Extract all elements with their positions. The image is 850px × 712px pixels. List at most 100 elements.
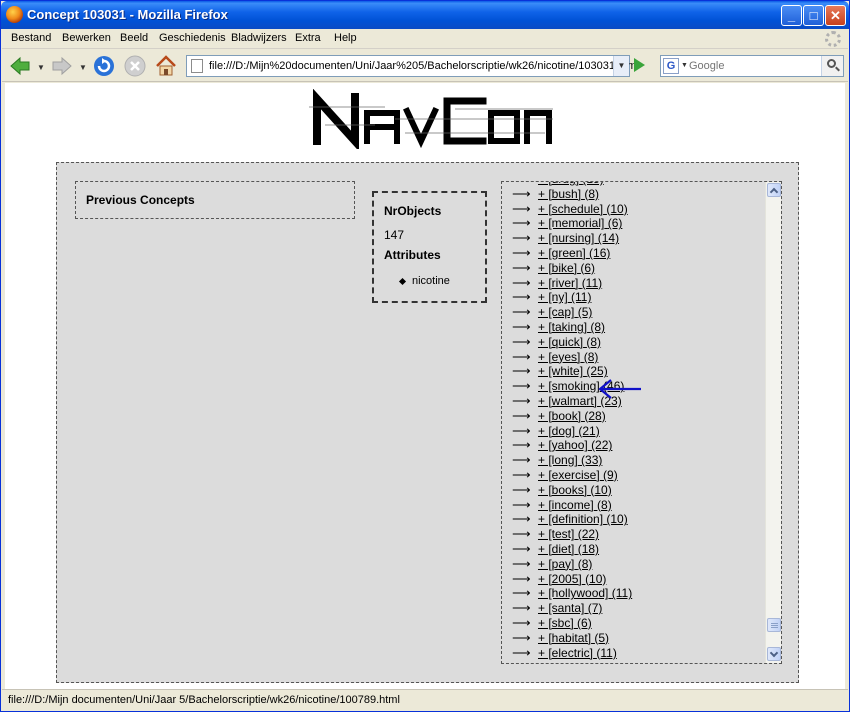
menu-bladwijzers[interactable]: Bladwijzers [231,32,287,44]
concept-count: (10) [590,482,612,497]
concept-link[interactable]: + [bike] (6) [538,261,595,275]
maximize-button[interactable]: □ [803,5,824,26]
concept-link[interactable]: + [yahoo] (22) [538,438,612,452]
home-icon[interactable] [154,54,178,78]
concept-label: + [2005] [538,571,582,586]
menu-bewerken[interactable]: Bewerken [62,32,111,44]
stop-icon[interactable] [123,54,147,78]
right-arrow-icon: ⟶ [512,614,531,630]
concept-link[interactable]: + [river] (11) [538,276,602,290]
close-button[interactable]: ✕ [825,5,846,26]
right-arrow-icon: ⟶ [512,452,531,468]
concept-count: (33) [581,453,603,468]
concept-link[interactable]: + [long] (33) [538,453,602,467]
right-arrow-icon: ⟶ [512,185,531,201]
concept-link[interactable]: + [exercise] (9) [538,468,618,482]
search-input[interactable] [689,58,819,74]
list-item: ⟶ + [green] (16) [512,245,762,261]
concept-count: (6) [580,260,596,275]
right-arrow-icon: ⟶ [512,304,531,320]
concept-count: (6) [607,216,623,231]
concept-link[interactable]: + [green] (16) [538,246,610,260]
concept-link[interactable]: + [dog] (21) [538,424,600,438]
scroll-up-button[interactable] [767,183,781,197]
concept-label: + [river] [538,275,579,290]
concept-label: + [hollywood] [538,586,609,601]
bullet-icon [398,277,407,286]
right-arrow-icon: ⟶ [512,600,531,616]
right-arrow-icon: ⟶ [512,496,531,512]
concept-link[interactable]: + [electric] (11) [538,646,617,660]
concept-count: (21) [578,423,600,438]
list-item: ⟶ + [river] (11) [512,274,762,291]
right-arrow-icon: ⟶ [512,274,531,290]
list-item: ⟶ + [electric] (11) [512,645,762,661]
right-arrow-icon: ⟶ [512,629,531,645]
go-button[interactable] [634,58,645,72]
back-arrow-icon[interactable] [8,54,32,78]
concept-link[interactable]: + [taking] (8) [538,320,605,334]
concept-link[interactable]: + [test] (22) [538,527,599,541]
back-history-dropdown-icon[interactable]: ▼ [37,63,45,72]
page-icon [191,59,203,73]
concept-link[interactable]: + [quick] (8) [538,335,601,349]
concept-link[interactable]: + [pay] (8) [538,557,592,571]
forward-history-dropdown-icon[interactable]: ▼ [79,63,87,72]
scroll-down-button[interactable] [767,647,781,661]
menu-help[interactable]: Help [334,32,357,44]
concept-link[interactable]: + [memorial] (6) [538,216,622,230]
concept-link[interactable]: + [schedule] (10) [538,202,628,216]
concept-link[interactable]: + [ny] (11) [538,290,591,304]
concept-count: (7) [587,601,603,616]
google-engine-icon[interactable]: G [663,58,679,74]
menu-geschiedenis[interactable]: Geschiedenis [159,32,226,44]
scroll-thumb[interactable] [767,618,781,632]
concept-link[interactable]: + [book] (28) [538,409,606,423]
concept-count: (8) [584,186,600,201]
menu-beeld[interactable]: Beeld [120,32,148,44]
concept-count: (8) [583,349,599,364]
concept-link[interactable]: + [definition] (10) [538,512,628,526]
concept-link[interactable]: + [books] (10) [538,483,612,497]
title-bar: Concept 103031 - Mozilla Firefox _ □ ✕ [1,1,849,29]
right-arrow-icon: ⟶ [512,333,531,349]
menu-extra[interactable]: Extra [295,32,321,44]
concept-label: + [income] [538,497,594,512]
reload-icon[interactable] [92,54,116,78]
right-arrow-icon: ⟶ [512,511,531,527]
concept-link[interactable]: + [cap] (5) [538,305,592,319]
nrobjects-label: NrObjects [384,204,442,218]
concept-link[interactable]: + [habitat] (5) [538,631,609,645]
list-item: ⟶ + [quick] (8) [512,333,762,350]
url-text[interactable]: file:///D:/Mijn%20documenten/Uni/Jaar%20… [209,60,639,72]
concept-label: + [ny] [538,290,568,305]
concept-link[interactable]: + [sbc] (6) [538,616,592,630]
concept-count: (15) [582,182,603,186]
concept-link[interactable]: + [eyes] (8) [538,350,598,364]
vertical-scrollbar[interactable] [765,182,781,663]
concept-label: + [electric] [538,645,594,660]
concept-link[interactable]: + [income] (8) [538,498,612,512]
concept-link[interactable]: + [diet] (18) [538,542,599,556]
concept-link[interactable]: + [santa] (7) [538,601,602,615]
search-box[interactable]: G ▼ [660,55,844,77]
concept-link[interactable]: + [bush] (8) [538,187,599,201]
concept-link[interactable]: + [nursing] (14) [538,231,619,245]
right-arrow-icon: ⟶ [512,570,531,586]
engine-dropdown-icon[interactable]: ▼ [681,62,688,69]
list-item: ⟶ + [cap] (5) [512,304,762,320]
search-button[interactable] [821,56,843,76]
url-dropdown-icon[interactable]: ▼ [613,56,629,76]
page-content: NavCon Previous Concepts NrObjects 147 A… [5,83,845,689]
concept-label: + [sbc] [538,615,574,630]
concept-label: + [book] [538,408,582,423]
menu-bestand[interactable]: Bestand [11,32,51,44]
address-bar[interactable]: file:///D:/Mijn%20documenten/Uni/Jaar%20… [186,55,639,77]
minimize-button[interactable]: _ [781,5,802,26]
concept-count: (11) [596,645,617,660]
concept-link[interactable]: + [drug] (15) [538,182,604,186]
concept-link[interactable]: + [hollywood] (11) [538,586,632,600]
concept-link[interactable]: + [2005] (10) [538,572,606,586]
navigation-toolbar: ▼ ▼ file:///D:/Mijn%20documenten/Uni/Jaa… [2,50,848,82]
forward-arrow-icon[interactable] [50,54,74,78]
